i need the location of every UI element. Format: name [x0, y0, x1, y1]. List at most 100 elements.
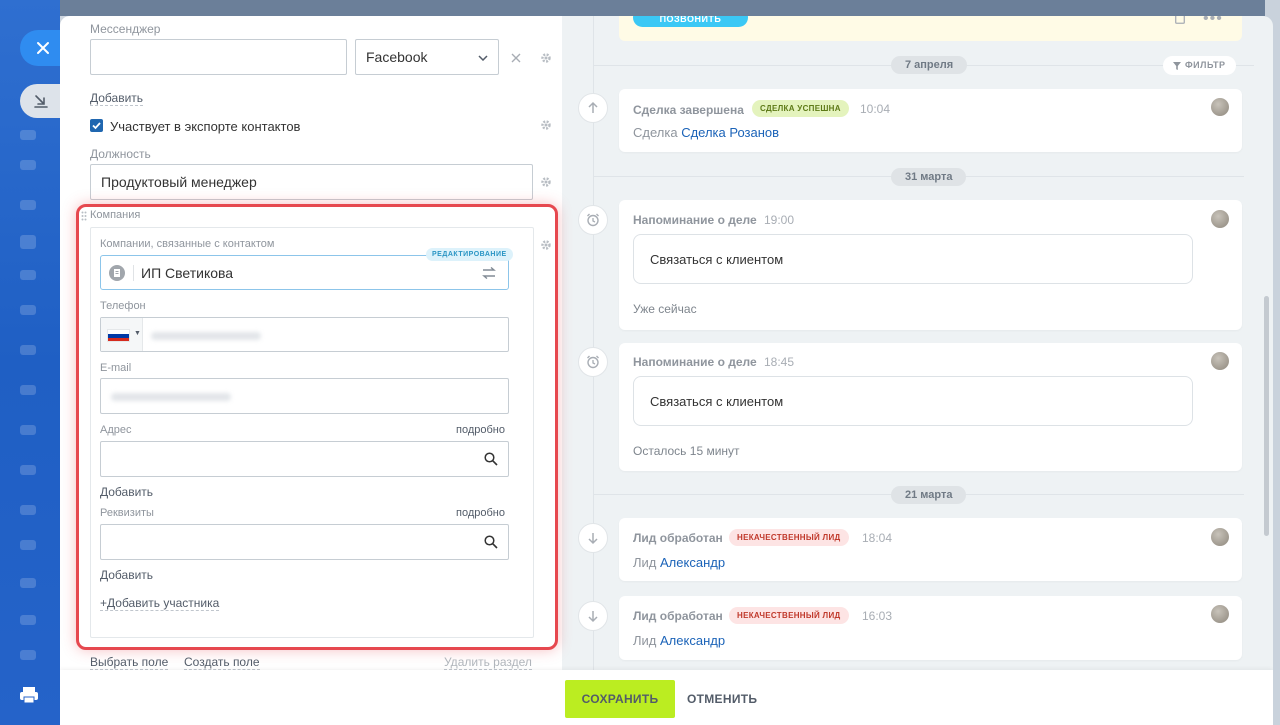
- filter-label: ФИЛЬТР: [1185, 60, 1226, 70]
- reminder-status: Уже сейчас: [633, 302, 697, 316]
- print-icon: [20, 687, 38, 704]
- avatar[interactable]: [1211, 98, 1229, 116]
- avatar[interactable]: [1211, 210, 1229, 228]
- timeline-card-lead[interactable]: Лид обработан НЕКАЧЕСТВЕННЫЙ ЛИД 16:03 Л…: [619, 596, 1242, 660]
- filter-button[interactable]: ФИЛЬТР: [1163, 56, 1236, 75]
- reminder-text: Связаться с клиентом: [650, 394, 784, 409]
- menu-item-placeholder: [20, 615, 36, 625]
- date-pill: 31 марта: [891, 168, 967, 186]
- separator: [133, 265, 134, 281]
- menu-item-placeholder: [20, 578, 36, 588]
- menu-item-placeholder: [20, 345, 36, 355]
- email-label: E-mail: [100, 362, 132, 374]
- edit-mode-badge: РЕДАКТИРОВАНИЕ: [426, 248, 513, 261]
- add-address-link[interactable]: Добавить: [100, 485, 153, 499]
- messenger-type-select[interactable]: Facebook: [355, 39, 499, 75]
- bad-lead-tag: НЕКАЧЕСТВЕННЫЙ ЛИД: [729, 607, 849, 624]
- phone-input[interactable]: ▼: [100, 317, 509, 352]
- position-input[interactable]: Продуктовый менеджер: [90, 164, 533, 200]
- menu-item-placeholder: [20, 465, 36, 475]
- avatar[interactable]: [1211, 528, 1229, 546]
- drag-handle-icon[interactable]: [81, 211, 87, 221]
- company-name: ИП Светикова: [141, 265, 234, 281]
- card-entity-line: Лид Александр: [633, 633, 726, 648]
- timeline-card-lead[interactable]: Лид обработан НЕКАЧЕСТВЕННЫЙ ЛИД 18:04 Л…: [619, 518, 1242, 581]
- contact-form: Мессенджер Facebook Добавить Участвует в…: [60, 16, 562, 725]
- address-detail-link[interactable]: подробно: [456, 424, 505, 436]
- card-title: Напоминание о деле: [633, 355, 757, 369]
- messenger-input[interactable]: [90, 39, 347, 75]
- timeline-alarm-icon: [578, 347, 608, 377]
- timeline-alarm-icon: [578, 205, 608, 235]
- menu-item-placeholder: [20, 270, 36, 280]
- export-checkbox-label: Участвует в экспорте контактов: [110, 119, 301, 134]
- copy-icon[interactable]: [1174, 16, 1186, 25]
- avatar[interactable]: [1211, 352, 1229, 370]
- chevron-down-icon: [478, 55, 488, 61]
- search-icon[interactable]: [484, 452, 498, 466]
- print-button[interactable]: [18, 684, 40, 706]
- choose-field-link[interactable]: Выбрать поле: [90, 655, 169, 670]
- position-label: Должность: [90, 147, 151, 161]
- address-label: Адрес: [100, 424, 132, 436]
- card-entity-line: Лид Александр: [633, 555, 726, 570]
- menu-item-placeholder: [20, 425, 36, 435]
- checkmark-icon: [92, 122, 101, 130]
- gear-icon[interactable]: [540, 239, 552, 251]
- more-icon[interactable]: •••: [1203, 16, 1223, 28]
- menu-item-placeholder: [20, 385, 36, 395]
- company-icon: [109, 265, 125, 281]
- requisites-detail-link[interactable]: подробно: [456, 507, 505, 519]
- save-button[interactable]: СОХРАНИТЬ: [565, 680, 675, 718]
- timeline-card-reminder[interactable]: Напоминание о деле 19:00 Связаться с кли…: [619, 200, 1242, 330]
- phone-label: Телефон: [100, 300, 146, 312]
- collapse-icon: [34, 95, 48, 108]
- add-requisites-link[interactable]: Добавить: [100, 568, 153, 582]
- date-pill: 21 марта: [891, 486, 967, 504]
- add-participant-link[interactable]: +Добавить участника: [100, 596, 220, 611]
- russia-flag-icon: [107, 329, 130, 342]
- background-header: [60, 0, 1280, 16]
- gear-icon[interactable]: [540, 176, 552, 188]
- avatar[interactable]: [1211, 605, 1229, 623]
- reminder-note: Связаться с клиентом: [633, 376, 1193, 426]
- bad-lead-tag: НЕКАЧЕСТВЕННЫЙ ЛИД: [729, 529, 849, 546]
- card-title: Лид обработан: [633, 531, 723, 545]
- requisites-input[interactable]: [100, 524, 509, 560]
- close-slider-button[interactable]: [20, 30, 60, 66]
- swap-icon[interactable]: [482, 267, 496, 279]
- menu-item-placeholder: [20, 540, 36, 550]
- cancel-button[interactable]: ОТМЕНИТЬ: [687, 680, 757, 718]
- call-button[interactable]: ПОЗВОНИТЬ: [633, 16, 748, 27]
- deal-link[interactable]: Сделка Розанов: [681, 125, 779, 140]
- email-value-blurred: [111, 393, 231, 401]
- add-messenger-link[interactable]: Добавить: [90, 91, 144, 106]
- menu-item-placeholder: [20, 505, 36, 515]
- address-input[interactable]: [100, 441, 509, 477]
- reminder-status: Осталось 15 минут: [633, 444, 740, 458]
- card-time: 10:04: [860, 102, 891, 116]
- gear-icon[interactable]: [540, 119, 552, 131]
- search-icon[interactable]: [484, 535, 498, 549]
- card-entity-line: Сделка Сделка Розанов: [633, 125, 780, 140]
- menu-item-placeholder: [20, 200, 36, 210]
- lead-link[interactable]: Александр: [660, 633, 725, 648]
- filter-icon: [1173, 61, 1181, 70]
- messenger-type-value: Facebook: [366, 49, 428, 65]
- lead-link[interactable]: Александр: [660, 555, 725, 570]
- create-field-link[interactable]: Создать поле: [184, 655, 260, 670]
- timeline-scrollbar[interactable]: [1264, 296, 1269, 536]
- delete-section-link[interactable]: Удалить раздел: [444, 655, 532, 670]
- remove-field-icon[interactable]: [511, 53, 521, 63]
- contact-slider-panel: Мессенджер Facebook Добавить Участвует в…: [60, 16, 1273, 725]
- chevron-down-icon: ▼: [134, 330, 141, 337]
- email-input[interactable]: [100, 378, 509, 414]
- export-checkbox[interactable]: [90, 119, 103, 132]
- timeline-card-deal[interactable]: Сделка завершена СДЕЛКА УСПЕШНА 10:04 Сд…: [619, 89, 1242, 152]
- gear-icon[interactable]: [540, 52, 552, 64]
- minimize-slider-button[interactable]: [20, 84, 60, 118]
- timeline-card-reminder[interactable]: Напоминание о деле 18:45 Связаться с кли…: [619, 343, 1242, 471]
- card-time: 19:00: [764, 213, 795, 227]
- card-title: Лид обработан: [633, 609, 723, 623]
- phone-value-blurred: [151, 332, 261, 340]
